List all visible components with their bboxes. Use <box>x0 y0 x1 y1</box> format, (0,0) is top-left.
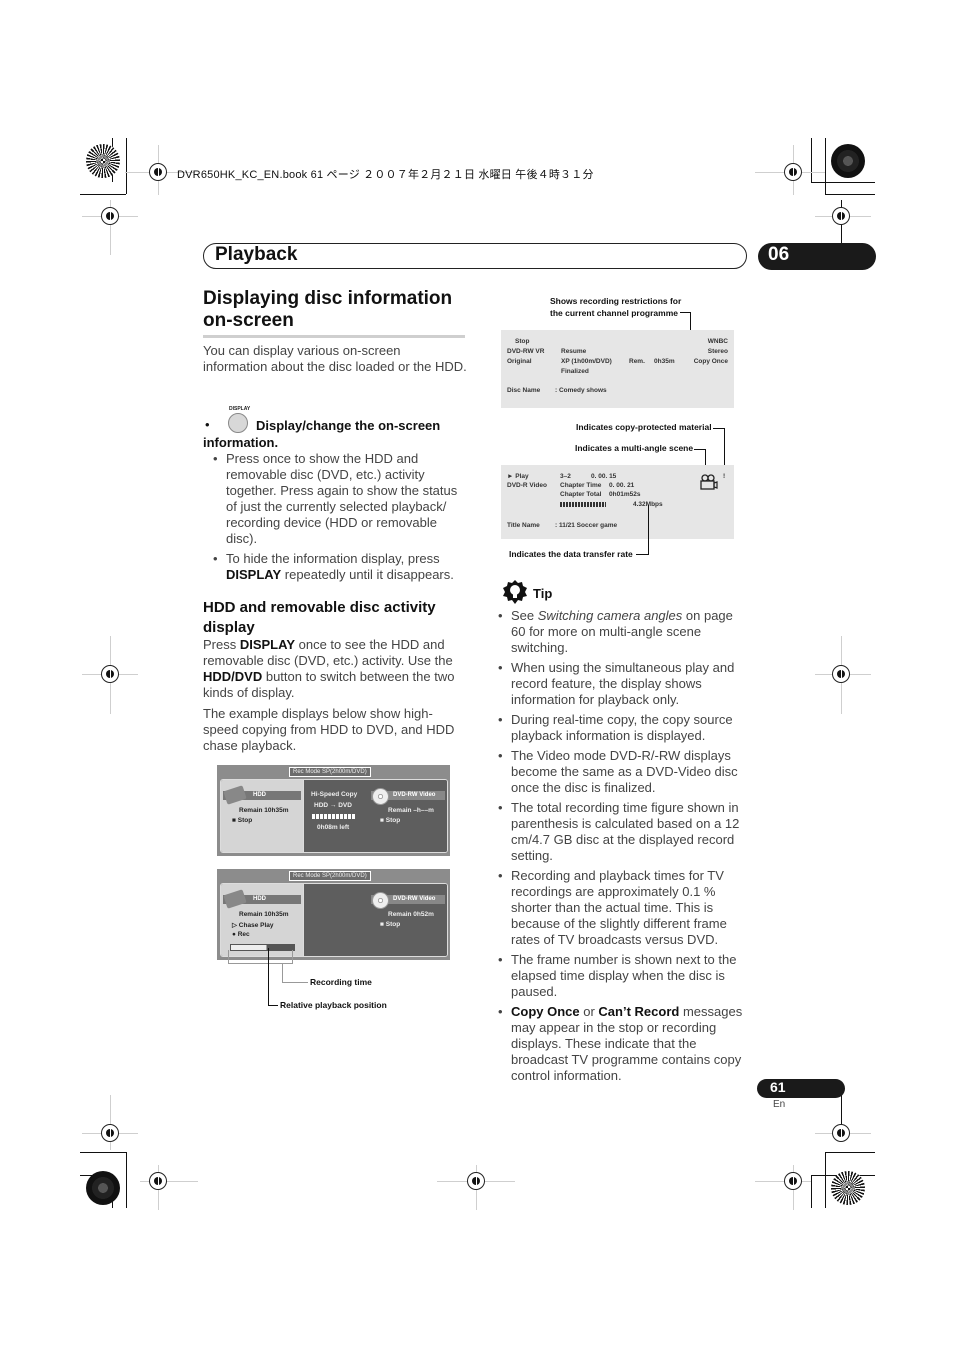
rec-mode-label: Rec Mode SP(2h00m/DVD) <box>289 767 371 777</box>
lightbulb-tip-icon <box>503 580 527 604</box>
hdd-icon <box>223 785 247 805</box>
tip-heading: Tip <box>533 586 553 601</box>
register-mark-icon <box>832 665 850 683</box>
info-display-play: ► Play DVD-R Video 3–2 0. 00. 15 Chapter… <box>501 465 734 539</box>
callout-relative-position: Relative playback position <box>280 1000 387 1010</box>
step-bullets: Press once to show the HDD and removable… <box>213 451 468 587</box>
list-item: When using the simultaneous play and rec… <box>498 660 750 708</box>
paragraph: Press DISPLAY once to see the HDD and re… <box>203 637 455 700</box>
register-mark-icon <box>784 163 802 181</box>
registration-target-bottom-left <box>86 1171 120 1205</box>
camera-angle-icon <box>700 474 718 490</box>
chapter-title: Playback <box>215 244 298 265</box>
list-item: The Video mode DVD-R/-RW displays become… <box>498 748 750 796</box>
display-button-label: DISPLAY <box>229 406 251 412</box>
page-number: 61 <box>770 1079 786 1095</box>
list-item: During real-time copy, the copy source p… <box>498 712 750 744</box>
osd-chase-play: HDD Remain 10h35m ▷ Chase Play ● Rec DVD… <box>217 869 450 960</box>
subsection-title: HDD and removable disc activity display <box>203 599 436 636</box>
list-item: To hide the information display, press D… <box>213 551 468 583</box>
page-language: En <box>773 1099 786 1110</box>
chapter-number: 06 <box>768 244 790 265</box>
section-title: Displaying disc information on-screen <box>203 288 453 331</box>
bitrate-meter <box>560 502 606 507</box>
register-mark-icon <box>149 1172 167 1190</box>
disc-icon <box>372 892 389 909</box>
print-file-info: DVR650HK_KC_EN.book 61 ページ ２００７年２月２１日 水曜… <box>177 169 594 181</box>
disc-icon <box>372 788 389 805</box>
callout-multi-angle: Indicates a multi-angle scene <box>575 443 694 453</box>
step-title: Display/change the on-screen information… <box>203 418 441 450</box>
copy-once-indicator: Copy Once <box>693 358 728 365</box>
info-display-stop: Stop DVD-RW VR Original Resume XP (1h00m… <box>501 330 734 408</box>
copy-progress-bar <box>312 814 356 819</box>
copy-protect-mark: ! <box>723 473 726 480</box>
register-mark-icon <box>832 207 850 225</box>
register-mark-icon <box>149 163 167 181</box>
rec-mode-label: Rec Mode SP(2h00m/DVD) <box>289 871 371 881</box>
list-item: Press once to show the HDD and removable… <box>213 451 468 547</box>
tip-list: See Switching camera angles on page 60 f… <box>498 608 750 1088</box>
callout-recording-time: Recording time <box>310 977 372 987</box>
callout-data-transfer-rate: Indicates the data transfer rate <box>509 549 633 559</box>
register-mark-icon <box>101 207 119 225</box>
list-item: See Switching camera angles on page 60 f… <box>498 608 750 656</box>
register-mark-icon <box>467 1172 485 1190</box>
osd-high-speed-copy: HDD Remain 10h35m ■ Stop Hi-Speed Copy H… <box>217 765 450 856</box>
list-item: The frame number is shown next to the el… <box>498 952 750 1000</box>
intro-paragraph: You can display various on-screen inform… <box>203 343 467 374</box>
register-mark-icon <box>784 1172 802 1190</box>
register-mark-icon <box>832 1124 850 1142</box>
callout-copy-protected: Indicates copy-protected material <box>576 422 712 432</box>
callout-recording-restrictions: Shows recording restrictions for the cur… <box>550 296 682 318</box>
relative-playback-bar <box>230 944 295 951</box>
list-item: Copy Once or Can’t Record messages may a… <box>498 1004 750 1084</box>
registration-target-top-right <box>831 144 865 178</box>
hdd-icon <box>223 889 247 909</box>
paragraph: The example displays below show high-spe… <box>203 706 455 753</box>
registration-target-top-left <box>86 144 120 178</box>
registration-target-bottom-right <box>831 1171 865 1205</box>
register-mark-icon <box>101 665 119 683</box>
register-mark-icon <box>101 1124 119 1142</box>
list-item: Recording and playback times for TV reco… <box>498 868 750 948</box>
title-divider <box>203 335 465 338</box>
list-item: The total recording time figure shown in… <box>498 800 750 864</box>
